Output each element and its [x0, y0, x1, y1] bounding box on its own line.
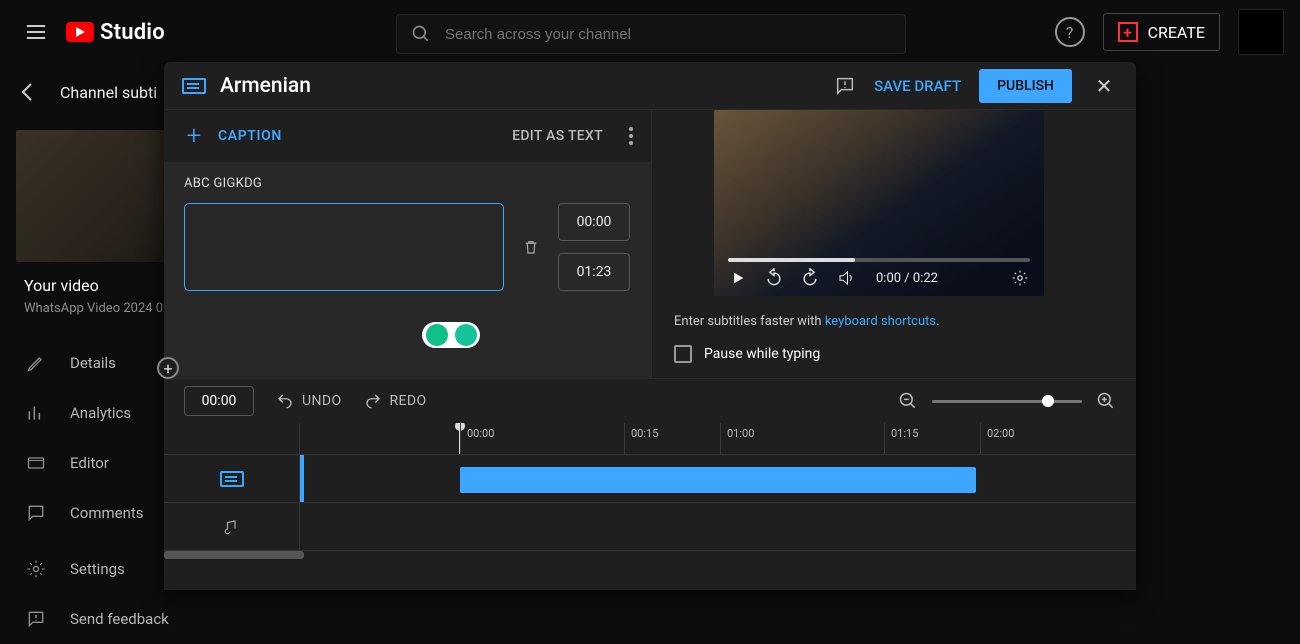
preview-time: 0:00 / 0:22 [876, 271, 938, 286]
rewind-10-icon[interactable] [764, 268, 784, 288]
subtitles-icon [182, 78, 206, 94]
feedback-icon [24, 607, 48, 631]
undo-label: UNDO [302, 393, 342, 409]
preview-progressbar[interactable] [728, 258, 1030, 262]
caption-name: ABC GIGKDG [184, 176, 631, 191]
add-caption-icon[interactable]: + [182, 124, 206, 148]
back-label: Channel subti [60, 83, 157, 102]
undo-button[interactable]: UNDO [276, 392, 342, 410]
caption-clip[interactable] [460, 467, 976, 493]
more-menu-icon[interactable] [629, 127, 633, 145]
timeline-panel: 00:00 UNDO REDO 00:00 00:15 01:00 01:15 02:0… [164, 378, 1136, 590]
ruler-tick: 01:00 [720, 423, 754, 454]
play-icon[interactable] [728, 268, 748, 288]
save-draft-button[interactable]: SAVE DRAFT [874, 77, 961, 95]
zoom-in-icon[interactable] [1096, 391, 1116, 411]
youtube-play-icon [66, 22, 94, 42]
redo-label: REDO [390, 393, 427, 409]
app-topbar: Studio ? + CREATE [0, 0, 1300, 64]
caption-editor-panel: + CAPTION EDIT AS TEXT ABC GIGKDG 00:00 … [164, 110, 652, 378]
undo-icon [276, 392, 294, 410]
create-label: CREATE [1148, 23, 1205, 42]
caption-end-time[interactable]: 01:23 [558, 253, 630, 291]
timeline-scrollbar[interactable] [164, 551, 1136, 561]
caption-block: ABC GIGKDG 00:00 01:23 + [164, 162, 651, 378]
nav-settings-label: Settings [70, 560, 125, 578]
edit-as-text-button[interactable]: EDIT AS TEXT [512, 128, 603, 144]
caption-start-time[interactable]: 00:00 [558, 203, 630, 241]
comments-icon [24, 501, 48, 525]
nav-details-label: Details [70, 354, 116, 372]
video-filename: WhatsApp Video 2024 02 [24, 301, 170, 316]
create-plus-icon: + [1118, 22, 1138, 42]
shortcuts-link[interactable]: keyboard shortcuts [825, 314, 936, 329]
nav-comments-label: Comments [70, 504, 144, 522]
forward-10-icon[interactable] [800, 268, 820, 288]
video-preview[interactable]: 0:00 / 0:22 [714, 110, 1044, 296]
menu-icon[interactable] [16, 12, 56, 52]
search-icon [411, 24, 431, 44]
nav-analytics-label: Analytics [70, 404, 131, 422]
redo-button[interactable]: REDO [364, 392, 427, 410]
account-avatar[interactable] [1238, 9, 1284, 55]
grammarly-icon [455, 324, 477, 346]
preview-sep: / [901, 271, 913, 286]
subtitles-dialog: Armenian SAVE DRAFT PUBLISH ✕ + CAPTION … [164, 62, 1136, 590]
caption-button[interactable]: CAPTION [218, 128, 282, 144]
ruler-tick: 00:15 [624, 423, 658, 454]
preview-panel: 0:00 / 0:22 Enter subtitles faster with … [652, 110, 1136, 378]
zoom-slider[interactable] [932, 400, 1082, 403]
add-caption-row-button[interactable]: + [157, 357, 179, 379]
redo-icon [364, 392, 382, 410]
preview-total: 0:22 [913, 271, 938, 286]
caption-textarea[interactable] [184, 203, 504, 291]
timeline-position-input[interactable]: 00:00 [184, 386, 254, 416]
music-note-icon [223, 518, 241, 536]
gear-icon [24, 557, 48, 581]
grammarly-widget[interactable] [422, 322, 480, 348]
analytics-icon [24, 401, 48, 425]
editor-icon [24, 451, 48, 475]
audio-track-head[interactable] [164, 503, 300, 550]
help-icon[interactable]: ? [1055, 17, 1085, 47]
ruler-tick: 01:15 [884, 423, 918, 454]
search-input[interactable] [445, 26, 891, 43]
shortcuts-pre: Enter subtitles faster with [674, 314, 825, 329]
pause-while-typing-checkbox[interactable] [674, 345, 692, 363]
nav-editor-label: Editor [70, 454, 109, 472]
caption-track-indicator [300, 455, 304, 502]
timeline-ruler[interactable]: 00:0000:1501:0001:1502:0002:1503:03 [164, 423, 1136, 455]
report-icon[interactable] [834, 75, 856, 97]
preview-settings-icon[interactable] [1010, 268, 1030, 288]
back-row[interactable]: Channel subti [16, 80, 157, 104]
search-bar[interactable] [396, 14, 906, 54]
studio-wordmark: Studio [100, 20, 165, 45]
delete-caption-icon[interactable] [522, 237, 540, 257]
studio-logo[interactable]: Studio [66, 20, 165, 45]
nav-feedback-label: Send feedback [70, 610, 169, 628]
caption-track [164, 455, 1136, 503]
pause-while-typing-label: Pause while typing [704, 346, 820, 362]
shortcuts-post: . [936, 314, 939, 329]
preview-current: 0:00 [876, 271, 901, 286]
your-video-label: Your video [24, 276, 170, 295]
grammarly-icon [426, 324, 448, 346]
publish-button[interactable]: PUBLISH [979, 69, 1072, 103]
audio-track [164, 503, 1136, 551]
subtitles-icon [220, 471, 244, 487]
close-icon[interactable]: ✕ [1090, 74, 1118, 98]
pencil-icon [24, 351, 48, 375]
dialog-language-title: Armenian [220, 74, 311, 98]
create-button[interactable]: + CREATE [1103, 13, 1220, 51]
ruler-tick: 00:00 [460, 423, 494, 454]
shortcuts-hint: Enter subtitles faster with keyboard sho… [674, 314, 1120, 329]
back-arrow-icon [16, 80, 40, 104]
zoom-out-icon[interactable] [898, 391, 918, 411]
dialog-header: Armenian SAVE DRAFT PUBLISH ✕ [164, 62, 1136, 110]
caption-track-head[interactable] [164, 455, 300, 502]
ruler-tick: 02:00 [980, 423, 1014, 454]
volume-icon[interactable] [836, 268, 856, 288]
